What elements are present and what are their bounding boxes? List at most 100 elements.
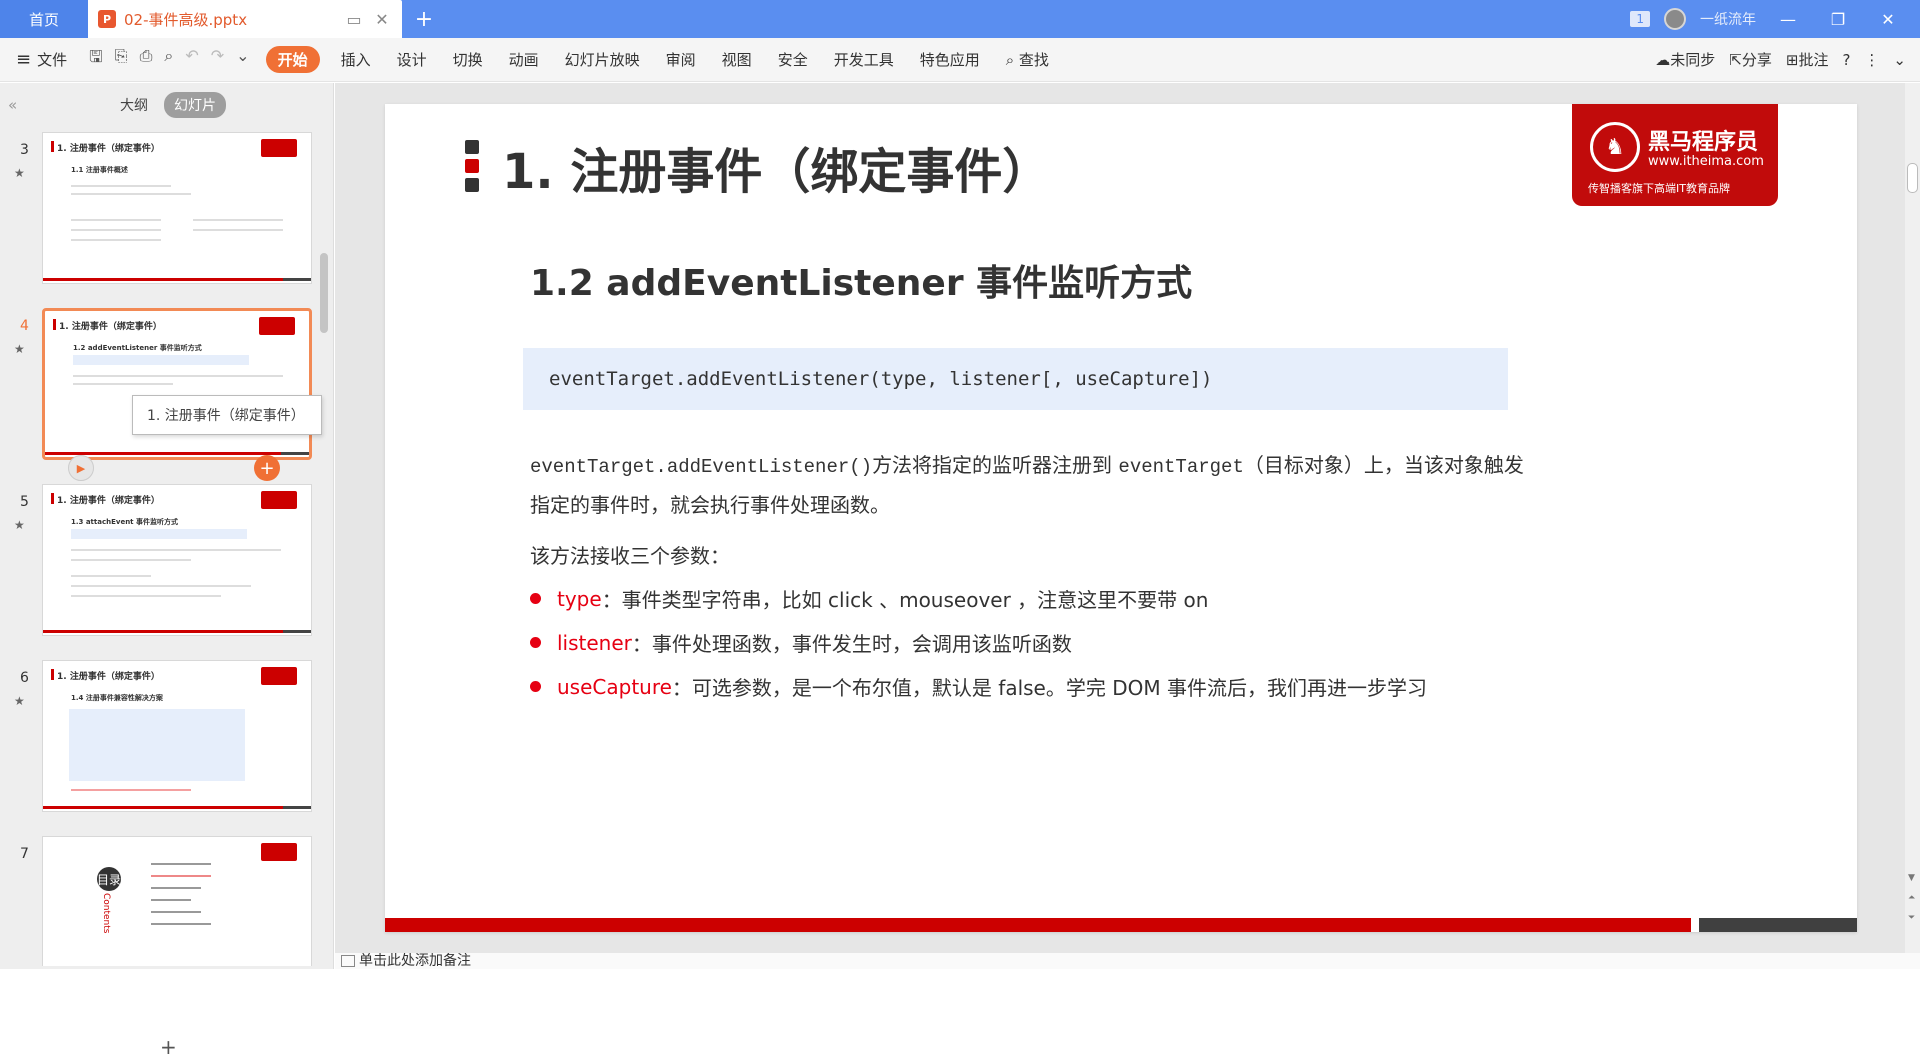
thumbnail-row[interactable]: 6 ★ 1. 注册事件（绑定事件） 1.4 注册事件兼容性解决方案: [0, 656, 334, 816]
file-menu[interactable]: ≡ 文件: [0, 49, 81, 70]
slide-thumbnail[interactable]: 1. 注册事件（绑定事件） 1.1 注册事件概述: [42, 132, 312, 284]
undo-icon[interactable]: ↶: [185, 46, 198, 73]
help-icon[interactable]: ?: [1842, 51, 1850, 69]
thumb-subtitle: 1.3 attachEvent 事件监听方式: [71, 518, 178, 526]
bullet-item[interactable]: type ：事件类型字符串，比如 click 、mouseover ，注意这里不要…: [530, 584, 1208, 613]
sync-button[interactable]: ☁未同步: [1655, 49, 1715, 70]
thumbnail-row-selected[interactable]: 4 ★ 1. 注册事件（绑定事件） 1.2 addEventListener 事…: [0, 304, 334, 464]
close-window-icon[interactable]: ✕: [1870, 10, 1906, 29]
redo-icon[interactable]: ↷: [211, 46, 224, 73]
tab-review[interactable]: 审阅: [653, 49, 709, 70]
slides-tab[interactable]: 幻灯片: [164, 92, 226, 118]
footer-dark-bar: [1699, 918, 1857, 932]
tab-view[interactable]: 视图: [709, 49, 765, 70]
slide-thumbnail[interactable]: 1. 注册事件（绑定事件） 1.3 attachEvent 事件监听方式: [42, 484, 312, 636]
thumb-title: 1. 注册事件（绑定事件）: [53, 319, 162, 332]
thumb-text-line: [151, 911, 201, 913]
thumb-dark-bar: [283, 278, 311, 281]
slide-thumbnail[interactable]: 目录 Contents: [42, 836, 312, 966]
thumb-text-line: [71, 219, 161, 221]
thumbnail-row[interactable]: 7 目录 Contents: [0, 832, 334, 966]
scrollbar-thumb[interactable]: [1907, 163, 1918, 193]
notes-pane[interactable]: 单击此处添加备注: [335, 953, 1920, 969]
panel-scrollbar[interactable]: [320, 253, 328, 333]
slide-subtitle[interactable]: 1.2 addEventListener 事件监听方式: [530, 254, 1192, 306]
outline-tab[interactable]: 大纲: [110, 92, 158, 118]
more-icon[interactable]: ⋮: [1864, 51, 1879, 69]
add-slide-icon[interactable]: +: [254, 455, 280, 481]
title-bar: 首页 P 02-事件高级.pptx ▭ ✕ + 1 一纸流年 — ❐ ✕: [0, 0, 1920, 38]
tab-transition[interactable]: 切换: [440, 49, 496, 70]
param-name: listener: [557, 630, 632, 655]
restore-icon[interactable]: ❐: [1820, 10, 1856, 29]
slide-thumbnail[interactable]: 1. 注册事件（绑定事件） 1.4 注册事件兼容性解决方案: [42, 660, 312, 812]
ppt-file-icon: P: [98, 10, 116, 28]
thumb-logo: [261, 843, 297, 861]
thumb-toc-contents: Contents: [101, 893, 111, 934]
save-icon[interactable]: 🖫: [89, 46, 103, 73]
tab-document[interactable]: P 02-事件高级.pptx ▭ ✕: [88, 0, 402, 38]
bullet-item[interactable]: listener ：事件处理函数，事件发生时，会调用该监听函数: [530, 628, 1072, 657]
tab-features[interactable]: 特色应用: [907, 49, 993, 70]
thumb-text-line: [71, 193, 191, 195]
username[interactable]: 一纸流年: [1700, 9, 1756, 29]
tab-animation[interactable]: 动画: [496, 49, 552, 70]
thumb-dark-bar: [283, 806, 311, 809]
format-painter-icon[interactable]: ⎘: [115, 46, 128, 73]
inline-code: eventTarget.addEventListener(): [530, 456, 873, 478]
prev-slide-icon[interactable]: ⏶: [1908, 893, 1915, 903]
thumb-text-line: [71, 595, 221, 597]
collapse-panel-icon[interactable]: «: [8, 96, 17, 114]
thumbnail-row[interactable]: 3 ★ 1. 注册事件（绑定事件） 1.1 注册事件概述: [0, 128, 334, 288]
play-icon[interactable]: ▶: [68, 455, 94, 481]
tab-home[interactable]: 首页: [0, 0, 88, 38]
scroll-down-icon[interactable]: ▼: [1908, 873, 1915, 883]
page-badge[interactable]: 1: [1630, 11, 1650, 27]
bullet-item[interactable]: useCapture ：可选参数，是一个布尔值，默认是 false。学完 DOM …: [530, 672, 1427, 701]
thumb-text-line: [73, 375, 283, 377]
comment-icon: ⊞: [1785, 51, 1799, 69]
comment-label: 批注: [1798, 51, 1829, 69]
thumb-text-line: [151, 923, 211, 925]
tab-start[interactable]: 开始: [265, 46, 320, 73]
close-tab-icon[interactable]: ✕: [372, 10, 392, 29]
bullet-dot-icon: [530, 593, 541, 604]
tab-security[interactable]: 安全: [765, 49, 821, 70]
search-button[interactable]: ⌕ 查找: [993, 49, 1062, 70]
slide-number: 3: [20, 142, 29, 158]
new-slide-icon[interactable]: +: [160, 1035, 177, 1059]
new-tab-button[interactable]: +: [402, 0, 446, 38]
thumbnail-list[interactable]: 3 ★ 1. 注册事件（绑定事件） 1.1 注册事件概述 4 ★ 1. 注册事件…: [0, 128, 334, 966]
minimize-icon[interactable]: —: [1770, 10, 1806, 29]
thumb-code-block: [69, 709, 245, 781]
share-label: 分享: [1741, 51, 1772, 69]
slide[interactable]: 1. 注册事件（绑定事件） ♞ 黑马程序员 www.itheima.com 传智…: [385, 104, 1857, 932]
thumb-text-line: [151, 899, 191, 901]
print-icon[interactable]: ⎙: [140, 46, 153, 73]
thumb-text-line: [71, 549, 281, 551]
tab-developer[interactable]: 开发工具: [821, 49, 907, 70]
avatar[interactable]: [1664, 8, 1686, 30]
tab-design[interactable]: 设计: [384, 49, 440, 70]
slide-thumbnail-selected[interactable]: 1. 注册事件（绑定事件） 1.2 addEventListener 事件监听方…: [42, 308, 312, 460]
next-slide-icon[interactable]: ⏷: [1908, 913, 1915, 923]
print-preview-icon[interactable]: ⌕: [164, 46, 173, 73]
canvas-scrollbar[interactable]: ▼ ⏶ ⏷: [1905, 83, 1920, 953]
inline-code: eventTarget: [1118, 456, 1244, 478]
search-label: 查找: [1018, 51, 1049, 69]
thumbnail-row[interactable]: 5 ★ 1. 注册事件（绑定事件） 1.3 attachEvent 事件监听方式: [0, 480, 334, 640]
share-button[interactable]: ⇱分享: [1729, 49, 1772, 70]
logo-name: 黑马程序员: [1648, 130, 1759, 155]
quick-access: 🖫 ⎘ ⎙ ⌕ ↶ ↷ ⌄: [81, 46, 257, 73]
notes-placeholder: 单击此处添加备注: [359, 953, 471, 969]
collapse-ribbon-icon[interactable]: ⌄: [1893, 51, 1906, 69]
window-mode-icon[interactable]: ▭: [344, 10, 364, 29]
comment-button[interactable]: ⊞批注: [1786, 49, 1829, 70]
description-paragraph[interactable]: eventTarget.addEventListener()方法将指定的监听器注…: [530, 446, 1540, 524]
customize-icon[interactable]: ⌄: [236, 46, 249, 73]
tab-insert[interactable]: 插入: [328, 49, 384, 70]
slide-title[interactable]: 1. 注册事件（绑定事件）: [502, 132, 1050, 202]
tab-slideshow[interactable]: 幻灯片放映: [552, 49, 653, 70]
code-block[interactable]: eventTarget.addEventListener(type, liste…: [523, 348, 1508, 410]
params-intro[interactable]: 该方法接收三个参数：: [530, 540, 730, 569]
